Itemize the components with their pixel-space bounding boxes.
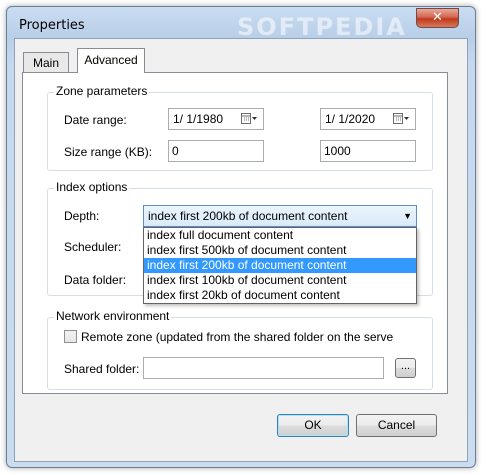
tab-advanced-label: Advanced <box>84 53 138 67</box>
title-bar[interactable]: Properties SOFTPEDIA ✕ <box>7 7 475 41</box>
shared-folder-input[interactable] <box>143 357 384 379</box>
calendar-dropdown-icon[interactable] <box>241 112 257 126</box>
data-folder-label: Data folder: <box>64 273 127 287</box>
close-icon: ✕ <box>432 10 443 25</box>
ok-button[interactable]: OK <box>277 414 349 437</box>
size-to-input[interactable]: 1000 <box>320 140 416 162</box>
depth-selected-value: index first 200kb of document content <box>148 209 348 223</box>
size-from-value: 0 <box>172 144 179 158</box>
remote-zone-label: Remote zone (updated from the shared fol… <box>81 330 393 344</box>
depth-select[interactable]: index first 200kb of document content ▼ <box>143 205 417 227</box>
date-to-picker[interactable]: 1/ 1/2020 <box>320 108 416 130</box>
depth-dropdown-list[interactable]: index full document content index first … <box>143 227 417 304</box>
size-from-input[interactable]: 0 <box>168 140 264 162</box>
date-range-label: Date range: <box>64 113 127 127</box>
ok-label: OK <box>304 418 322 432</box>
depth-option[interactable]: index first 100kb of document content <box>144 273 416 288</box>
browse-label: ... <box>400 360 411 372</box>
network-environment-group <box>47 317 433 390</box>
chevron-down-icon[interactable]: ▼ <box>403 206 412 226</box>
depth-option[interactable]: index first 20kb of document content <box>144 288 416 303</box>
scheduler-label: Scheduler: <box>64 240 122 254</box>
index-options-title: Index options <box>54 180 130 194</box>
depth-option[interactable]: index full document content <box>144 228 416 243</box>
browse-button[interactable]: ... <box>395 358 416 378</box>
size-to-value: 1000 <box>324 144 351 158</box>
tab-main-label: Main <box>32 56 59 70</box>
date-to-value: 1/ 1/2020 <box>325 112 376 126</box>
size-range-label: Size range (KB): <box>64 145 153 159</box>
depth-option-selected[interactable]: index first 200kb of document content <box>144 258 416 273</box>
zone-parameters-title: Zone parameters <box>54 84 150 98</box>
depth-option[interactable]: index first 500kb of document content <box>144 243 416 258</box>
cancel-button[interactable]: Cancel <box>356 414 437 437</box>
network-environment-title: Network environment <box>54 309 172 323</box>
date-from-value: 1/ 1/1980 <box>173 112 224 126</box>
remote-zone-checkbox[interactable] <box>64 330 77 343</box>
window-title: Properties <box>19 18 85 33</box>
close-button[interactable]: ✕ <box>416 8 459 28</box>
calendar-dropdown-icon[interactable] <box>393 112 409 126</box>
watermark: SOFTPEDIA <box>237 13 407 41</box>
date-from-picker[interactable]: 1/ 1/1980 <box>168 108 264 130</box>
cancel-label: Cancel <box>377 418 416 432</box>
tab-main[interactable]: Main <box>23 52 69 72</box>
shared-folder-label: Shared folder: <box>64 362 140 376</box>
tab-advanced[interactable]: Advanced <box>77 48 145 73</box>
depth-label: Depth: <box>64 209 100 223</box>
